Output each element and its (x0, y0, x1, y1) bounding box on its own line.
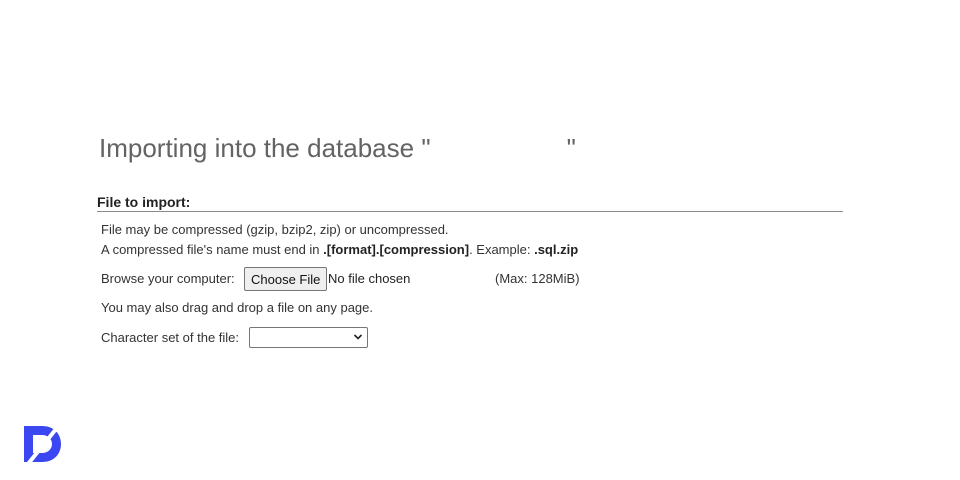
page-title-suffix: " (566, 133, 576, 163)
page-title-prefix: Importing into the database " (99, 133, 431, 163)
max-upload-size: (Max: 128MiB) (495, 271, 580, 286)
browse-label: Browse your computer: (101, 271, 235, 286)
file-name-note-prefix: A compressed file's name must end in (101, 242, 324, 257)
file-name-example-label: . Example: (469, 242, 535, 257)
browse-row: Browse your computer: Choose File No fil… (101, 267, 621, 291)
file-name-format: .[format].[compression] (323, 242, 470, 257)
page-title: Importing into the database " " (99, 131, 576, 165)
brand-logo-icon (24, 424, 62, 464)
charset-row: Character set of the file: (101, 327, 401, 349)
file-name-note: A compressed file's name must end in .[f… (101, 242, 578, 258)
charset-select[interactable] (249, 327, 368, 348)
chevron-down-icon (353, 334, 363, 340)
charset-label: Character set of the file: (101, 330, 240, 345)
file-name-example: .sql.zip (534, 242, 579, 257)
file-chosen-status: No file chosen (328, 271, 411, 286)
compression-note: File may be compressed (gzip, bzip2, zip… (101, 222, 449, 237)
drag-drop-note: You may also drag and drop a file on any… (101, 300, 373, 315)
choose-file-button[interactable]: Choose File (244, 267, 328, 291)
file-to-import-heading: File to import: (97, 194, 843, 212)
